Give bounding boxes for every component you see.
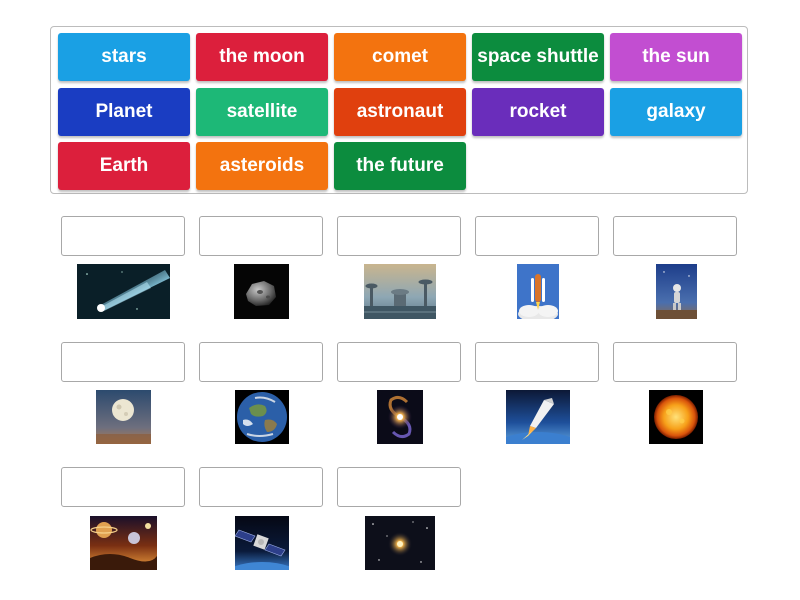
- answer-slot[interactable]: [613, 342, 737, 382]
- word-tile-galaxy[interactable]: galaxy: [610, 88, 742, 136]
- answer-slot[interactable]: [613, 216, 737, 256]
- rocket-launch-picture: [506, 390, 570, 444]
- word-tile-stars[interactable]: stars: [58, 33, 190, 81]
- comet-picture: [77, 264, 170, 319]
- answer-slot[interactable]: [475, 216, 599, 256]
- sun-picture: [649, 390, 703, 444]
- future-city-picture: [364, 264, 436, 319]
- match-up-activity: stars the moon comet space shuttle the s…: [0, 0, 800, 600]
- word-tile-earth[interactable]: Earth: [58, 142, 190, 190]
- word-tile-rocket[interactable]: rocket: [472, 88, 604, 136]
- word-tile-asteroids[interactable]: asteroids: [196, 142, 328, 190]
- answer-slot[interactable]: [199, 216, 323, 256]
- answer-slot[interactable]: [337, 467, 461, 507]
- answer-slot[interactable]: [61, 467, 185, 507]
- word-tile-satellite[interactable]: satellite: [196, 88, 328, 136]
- answer-slot[interactable]: [337, 342, 461, 382]
- asteroid-picture: [234, 264, 289, 319]
- galaxy-picture: [377, 390, 423, 444]
- moon-picture: [96, 390, 151, 444]
- word-tile-space-shuttle[interactable]: space shuttle: [472, 33, 604, 81]
- earth-picture: [235, 390, 289, 444]
- word-tile-the-sun[interactable]: the sun: [610, 33, 742, 81]
- word-tile-comet[interactable]: comet: [334, 33, 466, 81]
- word-bank: stars the moon comet space shuttle the s…: [50, 26, 748, 194]
- answer-slot[interactable]: [61, 216, 185, 256]
- word-tile-the-moon[interactable]: the moon: [196, 33, 328, 81]
- word-tile-planet[interactable]: Planet: [58, 88, 190, 136]
- answer-slot[interactable]: [337, 216, 461, 256]
- word-tile-the-future[interactable]: the future: [334, 142, 466, 190]
- space-shuttle-launch-picture: [517, 264, 559, 319]
- answer-slot[interactable]: [199, 467, 323, 507]
- planets-picture: [90, 516, 157, 570]
- satellite-picture: [235, 516, 289, 570]
- word-tile-astronaut[interactable]: astronaut: [334, 88, 466, 136]
- star-picture: [365, 516, 435, 570]
- astronaut-picture: [656, 264, 697, 319]
- answer-slot[interactable]: [61, 342, 185, 382]
- answer-slot[interactable]: [199, 342, 323, 382]
- answer-slot[interactable]: [475, 342, 599, 382]
